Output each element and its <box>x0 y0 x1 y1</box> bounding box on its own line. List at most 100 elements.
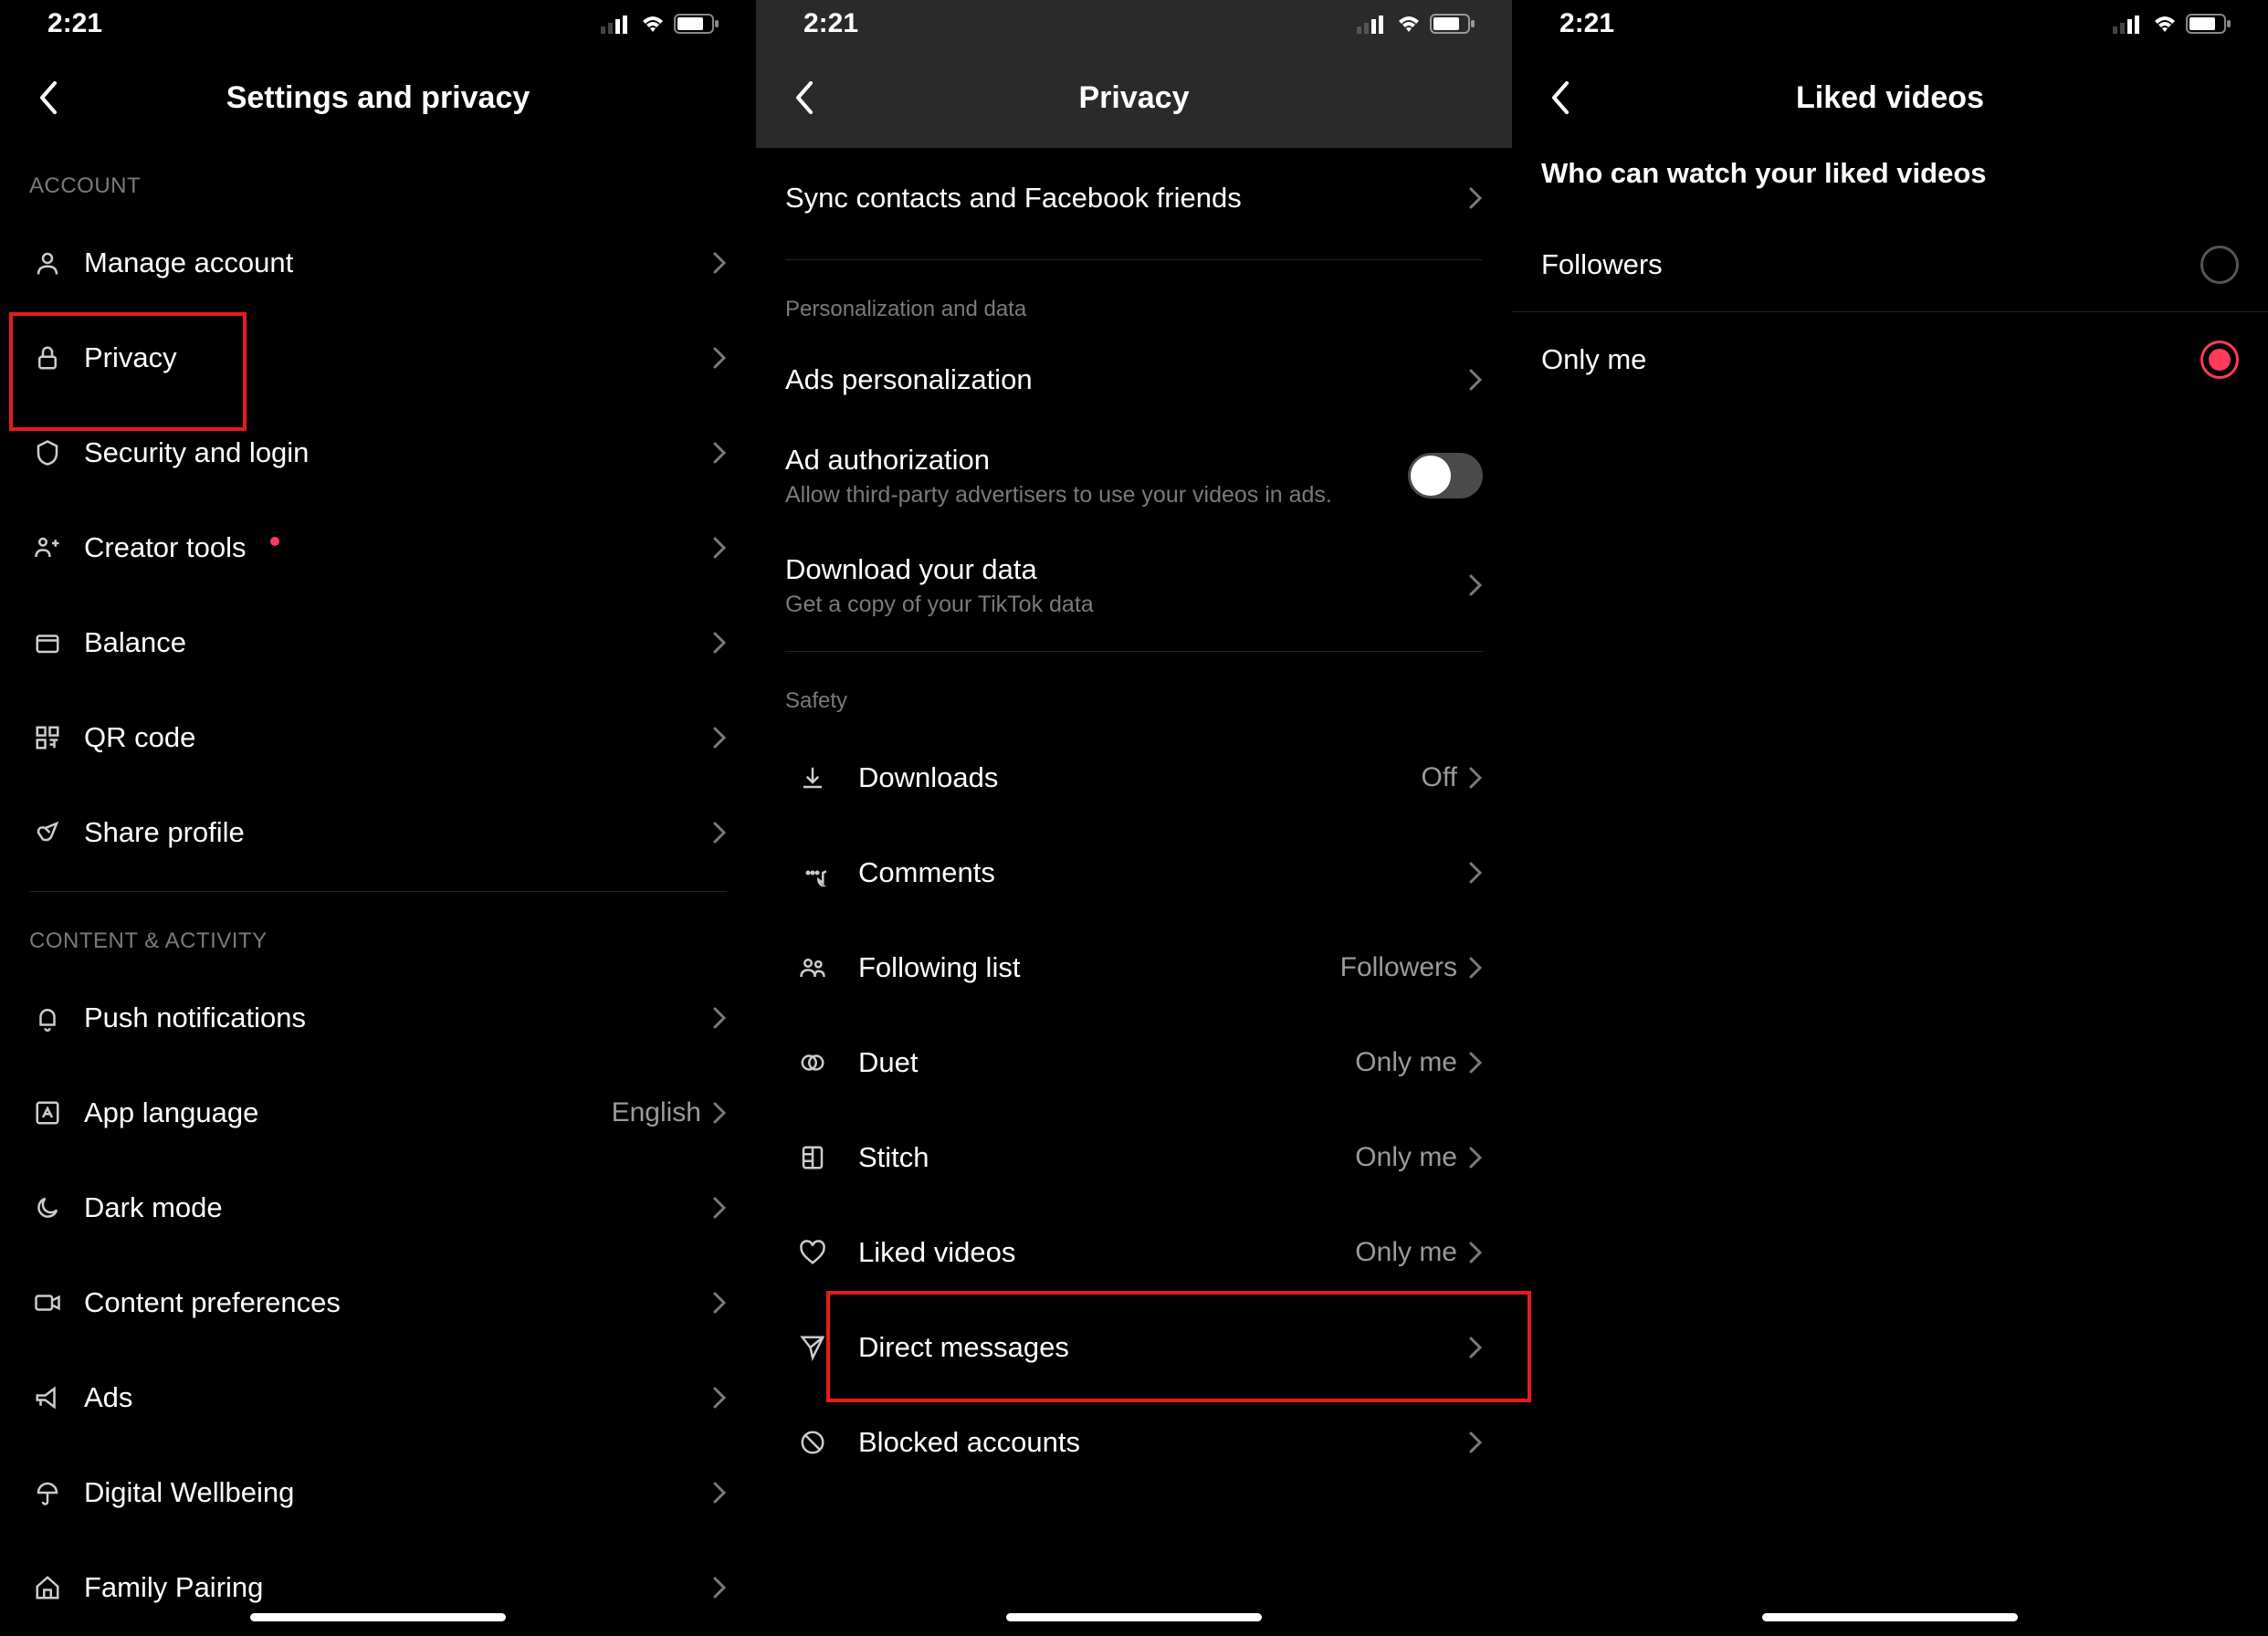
row-value: Off <box>1422 762 1457 793</box>
back-button[interactable] <box>785 79 822 116</box>
row-label: Ads personalization <box>785 363 1468 396</box>
chevron-right-icon <box>1468 766 1483 790</box>
status-time: 2:21 <box>803 8 858 39</box>
row-push-notifications[interactable]: Push notifications <box>0 970 756 1065</box>
row-digital-wellbeing[interactable]: Digital Wellbeing <box>0 1445 756 1540</box>
status-icons <box>601 13 719 35</box>
row-sync-contacts[interactable]: Sync contacts and Facebook friends <box>756 148 1512 248</box>
status-bar: 2:21 <box>0 0 756 47</box>
row-label: Direct messages <box>858 1331 1468 1364</box>
row-label: Blocked accounts <box>858 1426 1468 1459</box>
status-time: 2:21 <box>47 8 102 39</box>
screen-liked-videos: 2:21 Liked videos Who can watch your lik… <box>1512 0 2268 1636</box>
home-indicator[interactable] <box>250 1613 506 1621</box>
chevron-right-icon <box>712 1101 727 1125</box>
row-qr-code[interactable]: QR code <box>0 690 756 785</box>
row-sublabel: Get a copy of your TikTok data <box>785 592 1468 618</box>
row-label: Share profile <box>84 816 712 849</box>
radio-followers[interactable] <box>2200 246 2239 284</box>
section-header-safety: Safety <box>756 663 1512 730</box>
status-icons <box>1357 13 1475 35</box>
row-label: Duet <box>858 1046 1355 1079</box>
chevron-right-icon <box>1468 573 1483 597</box>
signal-icon <box>2113 14 2144 34</box>
row-direct-messages[interactable]: Direct messages <box>756 1300 1512 1395</box>
option-only-me[interactable]: Only me <box>1512 312 2268 407</box>
row-label: Push notifications <box>84 1002 712 1034</box>
row-dark-mode[interactable]: Dark mode <box>0 1160 756 1255</box>
chevron-right-icon <box>1468 1431 1483 1454</box>
wifi-icon <box>1395 14 1423 34</box>
row-manage-account[interactable]: Manage account <box>0 215 756 310</box>
row-value: Only me <box>1355 1142 1457 1173</box>
row-following-list[interactable]: Following list Followers <box>756 920 1512 1015</box>
row-comments[interactable]: Comments <box>756 825 1512 920</box>
row-downloads[interactable]: Downloads Off <box>756 730 1512 825</box>
row-app-language[interactable]: App language English <box>0 1065 756 1160</box>
chevron-right-icon <box>1468 956 1483 980</box>
megaphone-icon <box>29 1384 66 1411</box>
chevron-right-icon <box>712 1291 727 1315</box>
option-followers[interactable]: Followers <box>1512 217 2268 312</box>
question-heading: Who can watch your liked videos <box>1512 148 2268 217</box>
battery-icon <box>2186 13 2231 35</box>
chevron-right-icon <box>1468 861 1483 885</box>
row-label: Ads <box>84 1381 712 1414</box>
row-label: Comments <box>858 856 1468 889</box>
row-sublabel: Allow third-party advertisers to use you… <box>785 482 1408 509</box>
option-label: Followers <box>1541 248 2200 281</box>
section-header-personalization: Personalization and data <box>756 271 1512 339</box>
person-icon <box>29 249 66 277</box>
row-balance[interactable]: Balance <box>0 595 756 690</box>
screen-privacy: 2:21 Privacy Sync contacts and Facebook … <box>756 0 1512 1636</box>
send-icon <box>785 1334 840 1361</box>
row-ad-authorization[interactable]: Ad authorization Allow third-party adver… <box>756 421 1512 530</box>
people-icon <box>785 954 840 981</box>
chevron-right-icon <box>1468 368 1483 392</box>
header: Settings and privacy <box>0 47 756 148</box>
chevron-right-icon <box>712 821 727 844</box>
row-label: Content preferences <box>84 1286 712 1319</box>
row-label: Security and login <box>84 436 712 469</box>
toggle-ad-authorization[interactable] <box>1408 453 1483 498</box>
share-icon <box>29 819 66 846</box>
row-share-profile[interactable]: Share profile <box>0 785 756 880</box>
row-label: Download your data <box>785 553 1468 586</box>
row-ads-personalization[interactable]: Ads personalization <box>756 339 1512 421</box>
signal-icon <box>601 14 632 34</box>
row-label: Sync contacts and Facebook friends <box>785 182 1468 215</box>
row-liked-videos[interactable]: Liked videos Only me <box>756 1205 1512 1300</box>
block-icon <box>785 1429 840 1456</box>
row-duet[interactable]: Duet Only me <box>756 1015 1512 1110</box>
home-indicator[interactable] <box>1006 1613 1262 1621</box>
row-security[interactable]: Security and login <box>0 405 756 500</box>
row-content-preferences[interactable]: Content preferences <box>0 1255 756 1350</box>
row-label: Family Pairing <box>84 1571 712 1604</box>
row-ads[interactable]: Ads <box>0 1350 756 1445</box>
row-label: Creator tools <box>84 531 712 564</box>
row-creator-tools[interactable]: Creator tools <box>0 500 756 595</box>
chevron-right-icon <box>712 1576 727 1599</box>
radio-only-me[interactable] <box>2200 341 2239 379</box>
row-download-data[interactable]: Download your data Get a copy of your Ti… <box>756 530 1512 640</box>
back-button[interactable] <box>1541 79 1578 116</box>
toggle-knob <box>1411 456 1451 496</box>
row-label: Liked videos <box>858 1236 1355 1269</box>
row-label: Manage account <box>84 246 712 279</box>
back-button[interactable] <box>29 79 66 116</box>
home-indicator[interactable] <box>1762 1613 2018 1621</box>
chevron-right-icon <box>712 1481 727 1505</box>
section-header-account: ACCOUNT <box>0 148 756 215</box>
chevron-right-icon <box>712 441 727 465</box>
row-privacy[interactable]: Privacy <box>0 310 756 405</box>
page-title: Settings and privacy <box>0 80 756 116</box>
signal-icon <box>1357 14 1388 34</box>
creator-icon <box>29 534 66 561</box>
notification-dot <box>270 537 279 546</box>
shield-icon <box>29 439 66 467</box>
chevron-right-icon <box>1468 186 1483 210</box>
row-stitch[interactable]: Stitch Only me <box>756 1110 1512 1205</box>
option-label: Only me <box>1541 343 2200 376</box>
header: Liked videos <box>1512 47 2268 148</box>
row-blocked-accounts[interactable]: Blocked accounts <box>756 1395 1512 1490</box>
